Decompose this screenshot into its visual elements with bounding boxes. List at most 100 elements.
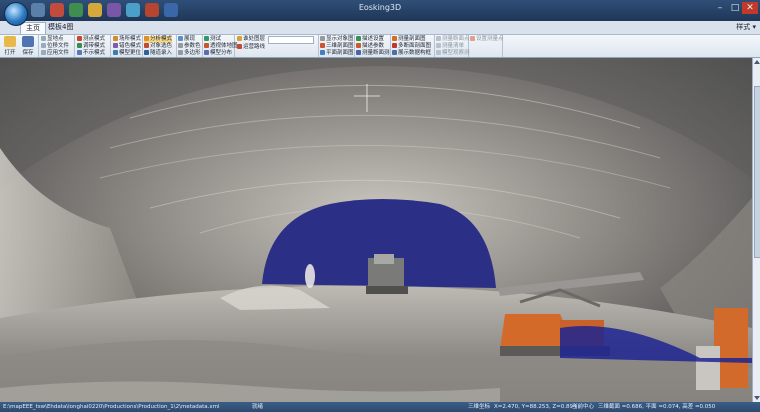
band-mode-button[interactable]: 调带模式 — [77, 43, 105, 50]
point-cloud-render[interactable] — [0, 58, 752, 402]
quick-open-icon[interactable] — [31, 3, 45, 17]
status-file-path: E:\mapEEE_tsw\Ehdata\longhai0220\Product… — [3, 404, 220, 410]
group-2: 测点模式 调带模式 不示模式 — [74, 35, 111, 57]
show-frame-button[interactable]: 展示数据构框 — [392, 50, 431, 57]
test-button[interactable]: 测试 — [204, 36, 221, 43]
point-mode-button[interactable]: 测点模式 — [77, 36, 105, 43]
polygon-button[interactable]: 多边形 — [178, 50, 201, 57]
minimize-button[interactable]: – — [712, 2, 728, 14]
quick-redo-icon[interactable] — [88, 3, 102, 17]
tunnel-input-button[interactable]: 隧道录入 — [144, 50, 172, 57]
open-button[interactable]: 打开 — [2, 36, 18, 56]
button-label: 模型观察测 — [442, 50, 470, 56]
quick-save-icon[interactable] — [50, 3, 64, 17]
group-10: 测量剖面图 多断面剖面图 展示数据构框 — [390, 35, 435, 57]
scroll-thumb[interactable] — [754, 86, 760, 258]
quick-view-icon[interactable] — [164, 3, 178, 17]
object-view-button[interactable]: 显示对象图 — [320, 36, 354, 43]
quick-settings-icon[interactable] — [107, 3, 121, 17]
model-distribution-button[interactable]: 模型分布 — [204, 50, 232, 57]
polygon-icon — [178, 50, 183, 55]
describe-settings-button[interactable]: 描述设置 — [356, 36, 384, 43]
site-mode-button[interactable]: 场所模式 — [113, 36, 141, 43]
analysis-mode-button[interactable]: 分析模式 — [144, 36, 173, 43]
measure-section-button[interactable]: 测量断面测 — [356, 50, 390, 57]
button-label: 隧道录入 — [150, 50, 173, 56]
button-label: 展现 — [184, 36, 196, 42]
button-label: 多断面剖面图 — [398, 43, 432, 49]
param-color-button[interactable]: 参数色 — [178, 43, 201, 50]
title-bar: Eosking3D – □ ✕ — [0, 0, 760, 21]
button-label: 测量清单 — [442, 43, 465, 49]
route-button[interactable]: 运营路线 — [237, 44, 265, 51]
describe-param-button[interactable]: 描述参数 — [356, 43, 384, 50]
layer-select[interactable] — [268, 36, 314, 44]
status-mode: 当前中心 — [572, 404, 595, 410]
maximize-button[interactable]: □ — [727, 2, 743, 14]
status-bar: E:\mapEEE_tsw\Ehdata\longhai0220\Product… — [0, 402, 760, 412]
button-label: 错色模式 — [119, 43, 142, 49]
measure-list-button[interactable]: 测量清单 — [436, 43, 464, 50]
scroll-down-icon[interactable] — [754, 396, 760, 400]
group-6: 测试 透视体地图 模型分布 — [202, 35, 238, 57]
object-color-button[interactable]: 对象选色 — [144, 43, 172, 50]
view-icon — [320, 36, 325, 41]
model-reposition-button[interactable]: 模型更位 — [113, 50, 141, 57]
plane-section-button[interactable]: 平面剖面图 — [320, 50, 354, 57]
button-label: 应用文件 — [47, 50, 70, 56]
button-label: 展示数据构框 — [398, 50, 432, 56]
perspective-map-button[interactable]: 透视体地图 — [204, 43, 238, 50]
button-label: 显地点 — [47, 36, 64, 42]
button-label: 多边形 — [184, 50, 201, 56]
quick-help-icon[interactable] — [126, 3, 140, 17]
button-label: 设置测量点 — [476, 36, 504, 42]
show-points-button[interactable]: 显地点 — [41, 36, 64, 43]
button-label: 谁处图层 — [243, 36, 266, 42]
status-coords: X=2.470, Y=88.253, Z=0.894 — [494, 404, 577, 410]
3d-viewport[interactable] — [0, 58, 752, 402]
button-label: 场所模式 — [119, 36, 142, 42]
list-icon — [436, 43, 441, 48]
map-icon — [204, 43, 209, 48]
scroll-up-icon[interactable] — [754, 60, 760, 64]
group-9: 描述设置 描述参数 测量断面测 — [354, 35, 391, 57]
quick-tool-icon[interactable] — [145, 3, 159, 17]
set-measure-point-button[interactable]: 设置测量点 — [470, 36, 504, 43]
tab-template[interactable]: 模板4图 — [43, 22, 78, 33]
apply-file-button[interactable]: 应用文件 — [41, 50, 69, 57]
checkbox-icon — [41, 43, 46, 48]
quick-undo-icon[interactable] — [69, 3, 83, 17]
button-label: 测试 — [210, 36, 222, 42]
measure-point-button[interactable]: 测量断面点 — [436, 36, 470, 43]
frame-icon — [392, 50, 397, 55]
button-label: 位移文件 — [47, 43, 70, 49]
section-3d-button[interactable]: 三维剖面图 — [320, 43, 354, 50]
move-icon — [113, 50, 118, 55]
application-menu-icon[interactable] — [4, 2, 28, 26]
button-label: 模型更位 — [119, 50, 142, 56]
layer-button[interactable]: 谁处图层 — [237, 36, 265, 43]
object-icon — [144, 43, 149, 48]
close-button[interactable]: ✕ — [742, 2, 758, 14]
multi-section-button[interactable]: 多断面剖面图 — [392, 43, 431, 50]
button-label: 对象选色 — [150, 43, 173, 49]
color-mode-button[interactable]: 错色模式 — [113, 43, 141, 50]
model-observe-button[interactable]: 模型观察测 — [436, 50, 470, 57]
measure-profile-button[interactable]: 测量剖面图 — [392, 36, 426, 43]
distribution-icon — [204, 50, 209, 55]
style-menu[interactable]: 样式 ▾ — [736, 22, 756, 32]
save-button[interactable]: 保存 — [20, 36, 36, 56]
tunnel-icon — [144, 50, 149, 55]
group-4: 分析模式 对象选色 隧道录入 — [142, 35, 177, 57]
display-button[interactable]: 展现 — [178, 36, 195, 43]
button-label: 测量断面点 — [442, 36, 470, 42]
group-3: 场所模式 错色模式 模型更位 — [110, 35, 143, 57]
vertical-scrollbar[interactable] — [752, 58, 760, 402]
group-12: 设置测量点 — [468, 35, 504, 57]
disk-icon — [22, 36, 34, 47]
layer-icon — [237, 36, 242, 41]
button-label: 测量剖面图 — [398, 36, 426, 42]
offset-file-button[interactable]: 位移文件 — [41, 43, 69, 50]
button-label: 运营路线 — [243, 44, 266, 50]
hide-mode-button[interactable]: 不示模式 — [77, 50, 105, 57]
